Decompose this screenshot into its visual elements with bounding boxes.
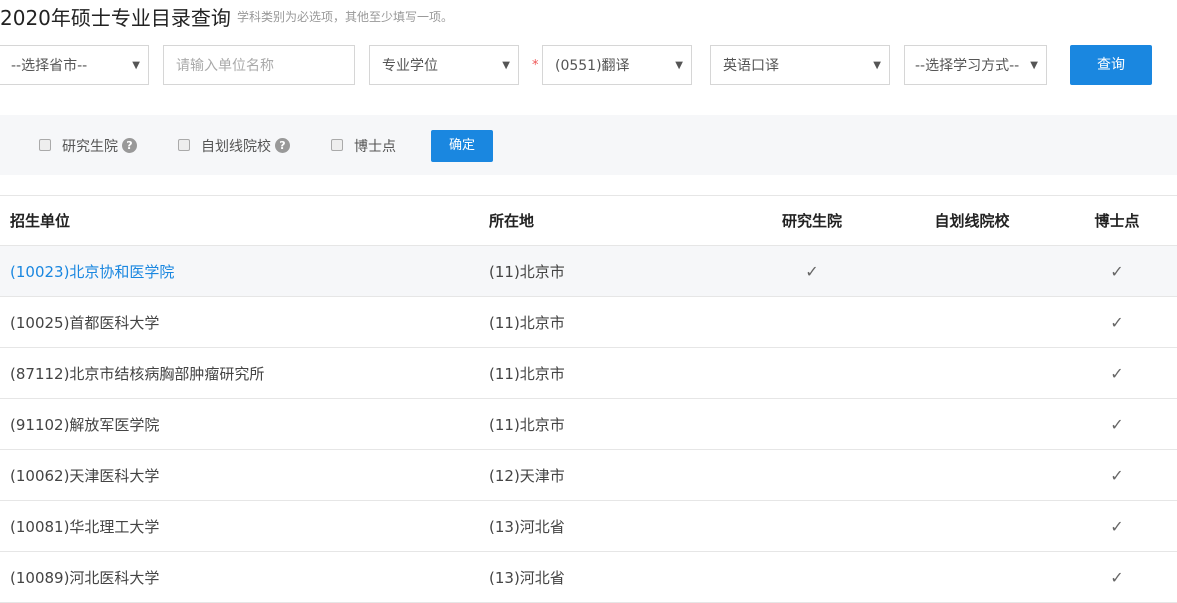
check-icon bbox=[887, 296, 1057, 348]
unit-name: (87112)北京市结核病胸部肿瘤研究所 bbox=[10, 364, 265, 383]
table-row: (91102)解放军医学院 (11)北京市 ✓ bbox=[0, 398, 1177, 450]
unit-cell: (10081)华北理工大学 bbox=[0, 500, 489, 552]
check-icon: ✓ bbox=[1057, 551, 1177, 603]
unit-cell: (91102)解放军医学院 bbox=[0, 398, 489, 450]
check-icon bbox=[737, 500, 887, 552]
graduate-school-checkbox[interactable] bbox=[39, 139, 51, 151]
check-icon bbox=[737, 347, 887, 399]
table-row: (87112)北京市结核病胸部肿瘤研究所 (11)北京市 ✓ bbox=[0, 347, 1177, 399]
degree-type-value: 专业学位 bbox=[382, 58, 438, 74]
self-line-label: 自划线院校 bbox=[201, 139, 271, 155]
header-doctoral: 博士点 bbox=[1057, 195, 1177, 246]
self-line-checkbox[interactable] bbox=[178, 139, 190, 151]
doctoral-checkbox[interactable] bbox=[331, 139, 343, 151]
results-table: 招生单位 所在地 研究生院 自划线院校 博士点 (10023)北京协和医学院 (… bbox=[0, 195, 1177, 603]
unit-name: (10081)华北理工大学 bbox=[10, 517, 160, 536]
study-mode-select[interactable]: --选择学习方式-- ▼ bbox=[904, 45, 1047, 85]
major-select[interactable]: 英语口译 ▼ bbox=[710, 45, 890, 85]
page-hint: 学科类别为必选项，其他至少填写一项。 bbox=[237, 10, 454, 24]
check-icon: ✓ bbox=[1057, 245, 1177, 297]
check-icon bbox=[887, 245, 1057, 297]
table-row: (10025)首都医科大学 (11)北京市 ✓ bbox=[0, 296, 1177, 348]
check-icon: ✓ bbox=[1057, 500, 1177, 552]
unit-cell: (10023)北京协和医学院 bbox=[0, 245, 489, 297]
query-button[interactable]: 查询 bbox=[1070, 45, 1152, 85]
check-icon bbox=[737, 398, 887, 450]
unit-cell: (10089)河北医科大学 bbox=[0, 551, 489, 603]
check-icon bbox=[887, 398, 1057, 450]
check-icon bbox=[737, 551, 887, 603]
help-icon[interactable]: ? bbox=[122, 138, 137, 153]
location-cell: (11)北京市 bbox=[489, 245, 737, 297]
subject-select[interactable]: (0551)翻译 ▼ bbox=[542, 45, 692, 85]
study-mode-value: --选择学习方式-- bbox=[915, 58, 1020, 74]
unit-name: (10089)河北医科大学 bbox=[10, 568, 160, 587]
dropdown-arrow-icon: ▼ bbox=[502, 60, 510, 71]
check-icon: ✓ bbox=[1057, 398, 1177, 450]
major-value: 英语口译 bbox=[723, 58, 779, 74]
unit-cell: (10062)天津医科大学 bbox=[0, 449, 489, 501]
check-icon: ✓ bbox=[1057, 296, 1177, 348]
unit-cell: (10025)首都医科大学 bbox=[0, 296, 489, 348]
header-unit: 招生单位 bbox=[0, 195, 489, 246]
unit-name-placeholder: 请输入单位名称 bbox=[176, 58, 274, 74]
doctoral-label: 博士点 bbox=[354, 139, 396, 155]
options-bar: 研究生院 ? 自划线院校 ? 博士点 确定 bbox=[0, 115, 1177, 175]
unit-link[interactable]: (10023)北京协和医学院 bbox=[10, 263, 174, 281]
check-icon bbox=[737, 296, 887, 348]
dropdown-arrow-icon: ▼ bbox=[873, 60, 881, 71]
unit-name: (10062)天津医科大学 bbox=[10, 466, 160, 485]
check-icon: ✓ bbox=[1057, 449, 1177, 501]
check-icon bbox=[887, 551, 1057, 603]
location-cell: (13)河北省 bbox=[489, 500, 737, 552]
help-icon[interactable]: ? bbox=[275, 138, 290, 153]
location-cell: (11)北京市 bbox=[489, 296, 737, 348]
dropdown-arrow-icon: ▼ bbox=[132, 60, 140, 71]
graduate-school-label: 研究生院 bbox=[62, 139, 118, 155]
page-title: 2020年硕士专业目录查询 bbox=[0, 6, 231, 30]
required-mark: * bbox=[532, 58, 539, 73]
check-icon bbox=[887, 449, 1057, 501]
location-cell: (12)天津市 bbox=[489, 449, 737, 501]
confirm-button[interactable]: 确定 bbox=[431, 130, 493, 162]
unit-cell: (87112)北京市结核病胸部肿瘤研究所 bbox=[0, 347, 489, 399]
dropdown-arrow-icon: ▼ bbox=[1030, 60, 1038, 71]
degree-type-select[interactable]: 专业学位 ▼ bbox=[369, 45, 519, 85]
header-location: 所在地 bbox=[489, 195, 737, 246]
check-icon bbox=[887, 500, 1057, 552]
location-cell: (11)北京市 bbox=[489, 398, 737, 450]
dropdown-arrow-icon: ▼ bbox=[675, 60, 683, 71]
province-select[interactable]: --选择省市-- ▼ bbox=[0, 45, 149, 85]
province-value: --选择省市-- bbox=[11, 58, 88, 74]
table-header-row: 招生单位 所在地 研究生院 自划线院校 博士点 bbox=[0, 195, 1177, 246]
unit-name-input[interactable]: 请输入单位名称 bbox=[163, 45, 355, 85]
check-icon bbox=[887, 347, 1057, 399]
table-row: (10062)天津医科大学 (12)天津市 ✓ bbox=[0, 449, 1177, 501]
table-row: (10023)北京协和医学院 (11)北京市 ✓ ✓ bbox=[0, 245, 1177, 297]
check-icon: ✓ bbox=[737, 245, 887, 297]
subject-value: (0551)翻译 bbox=[555, 58, 630, 74]
table-row: (10089)河北医科大学 (13)河北省 ✓ bbox=[0, 551, 1177, 603]
check-icon bbox=[737, 449, 887, 501]
check-icon: ✓ bbox=[1057, 347, 1177, 399]
header-graduate-school: 研究生院 bbox=[737, 195, 887, 246]
location-cell: (13)河北省 bbox=[489, 551, 737, 603]
location-cell: (11)北京市 bbox=[489, 347, 737, 399]
table-row: (10081)华北理工大学 (13)河北省 ✓ bbox=[0, 500, 1177, 552]
unit-name: (91102)解放军医学院 bbox=[10, 415, 160, 434]
unit-name: (10025)首都医科大学 bbox=[10, 313, 160, 332]
header-self-line: 自划线院校 bbox=[887, 195, 1057, 246]
